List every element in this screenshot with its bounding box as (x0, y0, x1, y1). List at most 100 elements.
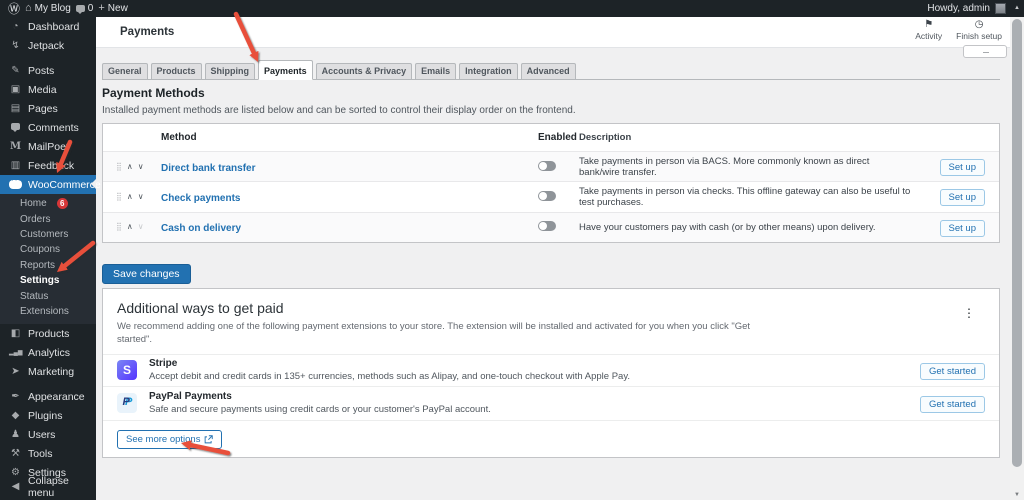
card-description: We recommend adding one of the following… (117, 321, 751, 346)
tab-integration[interactable]: Integration (459, 63, 518, 80)
collapse-icon: ◀ (11, 480, 20, 492)
sidebar-item-wc-settings[interactable]: Settings (0, 273, 96, 288)
move-up-icon[interactable]: ∧ (127, 192, 133, 201)
pages-icon: ▤ (10, 102, 21, 114)
sidebar-item-wc-status[interactable]: Status (0, 288, 96, 303)
comment-count: 0 (87, 3, 94, 14)
sidebar-item-products[interactable]: ◧ Products (0, 324, 96, 343)
analytics-icon: ▂▄▆ (9, 349, 23, 356)
comments-icon (9, 122, 22, 133)
new-content-menu[interactable]: + New (98, 3, 128, 15)
column-method: Method (161, 132, 197, 143)
feedback-icon: ▥ (10, 159, 21, 171)
scroll-up-icon[interactable]: ▲ (1010, 0, 1024, 17)
see-more-options-button[interactable]: See more options (117, 430, 223, 449)
tab-advanced[interactable]: Advanced (520, 63, 576, 80)
activity-button[interactable]: ⚑ Activity (915, 19, 942, 42)
method-link[interactable]: Direct bank transfer (161, 163, 255, 174)
sidebar-item-appearance[interactable]: ✒ Appearance (0, 387, 96, 406)
settings-tab-bar: General Products Shipping Payments Accou… (102, 59, 1000, 80)
partial-popover (963, 45, 1007, 58)
home-icon: ⌂ (25, 2, 32, 14)
sidebar-item-mailpoet[interactable]: M MailPoet (0, 137, 96, 156)
sidebar-item-wc-reports[interactable]: Reports (0, 258, 96, 273)
kebab-menu-icon[interactable]: ⋮ (963, 307, 975, 319)
tab-emails[interactable]: Emails (415, 63, 457, 80)
comments-shortcut[interactable]: 0 (75, 3, 94, 14)
sidebar-item-jetpack[interactable]: ↯ Jetpack (0, 36, 96, 55)
get-started-button[interactable]: Get started (920, 395, 985, 413)
save-changes-button[interactable]: Save changes (102, 264, 191, 284)
sidebar-item-media[interactable]: ▣ Media (0, 80, 96, 99)
enabled-toggle[interactable] (538, 221, 556, 232)
sidebar-item-comments[interactable]: Comments (0, 118, 96, 137)
table-row: ⣿ ∧ ∨ Cash on delivery Have your custome… (103, 211, 999, 242)
provider-row-paypal: P P PayPal Payments Safe and secure paym… (103, 385, 999, 420)
sidebar-item-wc-home[interactable]: Home 6 (0, 196, 96, 211)
site-name: My Blog (34, 3, 71, 14)
tab-accounts-privacy[interactable]: Accounts & Privacy (315, 63, 413, 80)
sidebar-item-plugins[interactable]: ◆ Plugins (0, 406, 96, 425)
sidebar-item-wc-coupons[interactable]: Coupons (0, 242, 96, 257)
tab-shipping[interactable]: Shipping (204, 63, 256, 80)
howdy-account-menu[interactable]: Howdy, admin (927, 3, 990, 14)
method-link[interactable]: Check payments (161, 193, 240, 204)
site-menu[interactable]: ⌂ My Blog (25, 2, 71, 15)
notification-badge: 6 (56, 198, 68, 210)
table-row: ⣿ ∧ ∨ Direct bank transfer Take payments… (103, 151, 999, 182)
comment-bubble-icon (75, 5, 85, 14)
move-down-icon[interactable]: ∨ (138, 162, 144, 171)
sidebar-item-wc-extensions[interactable]: Extensions (0, 304, 96, 319)
set-up-button[interactable]: Set up (939, 159, 985, 177)
wordpress-logo-icon[interactable]: Ⓦ (8, 0, 20, 17)
tab-payments[interactable]: Payments (258, 60, 313, 80)
move-down-icon[interactable]: ∨ (138, 223, 144, 231)
drag-handle-icon[interactable]: ⣿ (116, 192, 122, 201)
sidebar-item-wc-customers[interactable]: Customers (0, 227, 96, 242)
method-link[interactable]: Cash on delivery (161, 223, 241, 234)
get-started-button[interactable]: Get started (920, 362, 985, 380)
card-title: Additional ways to get paid (117, 300, 284, 316)
set-up-button[interactable]: Set up (939, 189, 985, 207)
finish-setup-button[interactable]: ◷ Finish setup (956, 20, 1002, 42)
move-down-icon[interactable]: ∨ (138, 192, 144, 201)
sidebar-item-dashboard[interactable]: ◔ Dashboard (0, 17, 96, 36)
collapse-menu-button[interactable]: ◀ Collapse menu (0, 475, 96, 499)
tab-products[interactable]: Products (150, 63, 202, 80)
tab-general[interactable]: General (102, 63, 148, 80)
woocommerce-icon (9, 177, 22, 189)
drag-handle-icon[interactable]: ⣿ (116, 162, 122, 171)
external-link-icon (205, 435, 214, 444)
new-label: New (107, 3, 128, 14)
drag-handle-icon[interactable]: ⣿ (116, 223, 122, 231)
sidebar-item-posts[interactable]: ✎ Posts (0, 61, 96, 80)
set-up-button[interactable]: Set up (939, 219, 985, 237)
sidebar-item-wc-orders[interactable]: Orders (0, 211, 96, 226)
provider-name: Stripe (149, 358, 178, 370)
sidebar-item-marketing[interactable]: ➤ Marketing (0, 362, 96, 381)
stripe-logo-icon: S (117, 360, 137, 381)
scrollbar-thumb[interactable] (1012, 19, 1022, 467)
move-up-icon[interactable]: ∧ (127, 162, 133, 171)
sidebar-item-feedback[interactable]: ▥ Feedback (0, 156, 96, 175)
admin-sidebar: ◔ Dashboard ↯ Jetpack ✎ Posts ▣ Media ▤ … (0, 17, 101, 500)
browser-scrollbar[interactable]: ▲ ▼ (1010, 0, 1024, 500)
flag-icon: ⚑ (924, 19, 934, 30)
page-title: Payments (120, 26, 175, 38)
provider-description: Accept debit and credit cards in 135+ cu… (149, 371, 630, 383)
sidebar-item-tools[interactable]: ⚒ Tools (0, 444, 96, 463)
provider-row-stripe: S Stripe Accept debit and credit cards i… (103, 353, 999, 386)
table-row: ⣿ ∧ ∨ Check payments Take payments in pe… (103, 181, 999, 211)
scroll-down-icon[interactable]: ▼ (1010, 492, 1024, 498)
sidebar-item-analytics[interactable]: ▂▄▆ Analytics (0, 343, 96, 362)
enabled-toggle[interactable] (538, 160, 556, 171)
sidebar-item-pages[interactable]: ▤ Pages (0, 99, 96, 118)
sidebar-item-woocommerce[interactable]: WooCommerce (0, 175, 101, 194)
enabled-toggle[interactable] (538, 190, 556, 201)
sidebar-item-users[interactable]: ♟ Users (0, 425, 96, 444)
user-avatar[interactable] (995, 3, 1006, 14)
paypal-logo-icon: P P (117, 393, 137, 414)
method-description: Take payments in person via checks. This… (579, 185, 911, 208)
column-enabled: Enabled (538, 132, 577, 143)
move-up-icon[interactable]: ∧ (127, 223, 133, 231)
